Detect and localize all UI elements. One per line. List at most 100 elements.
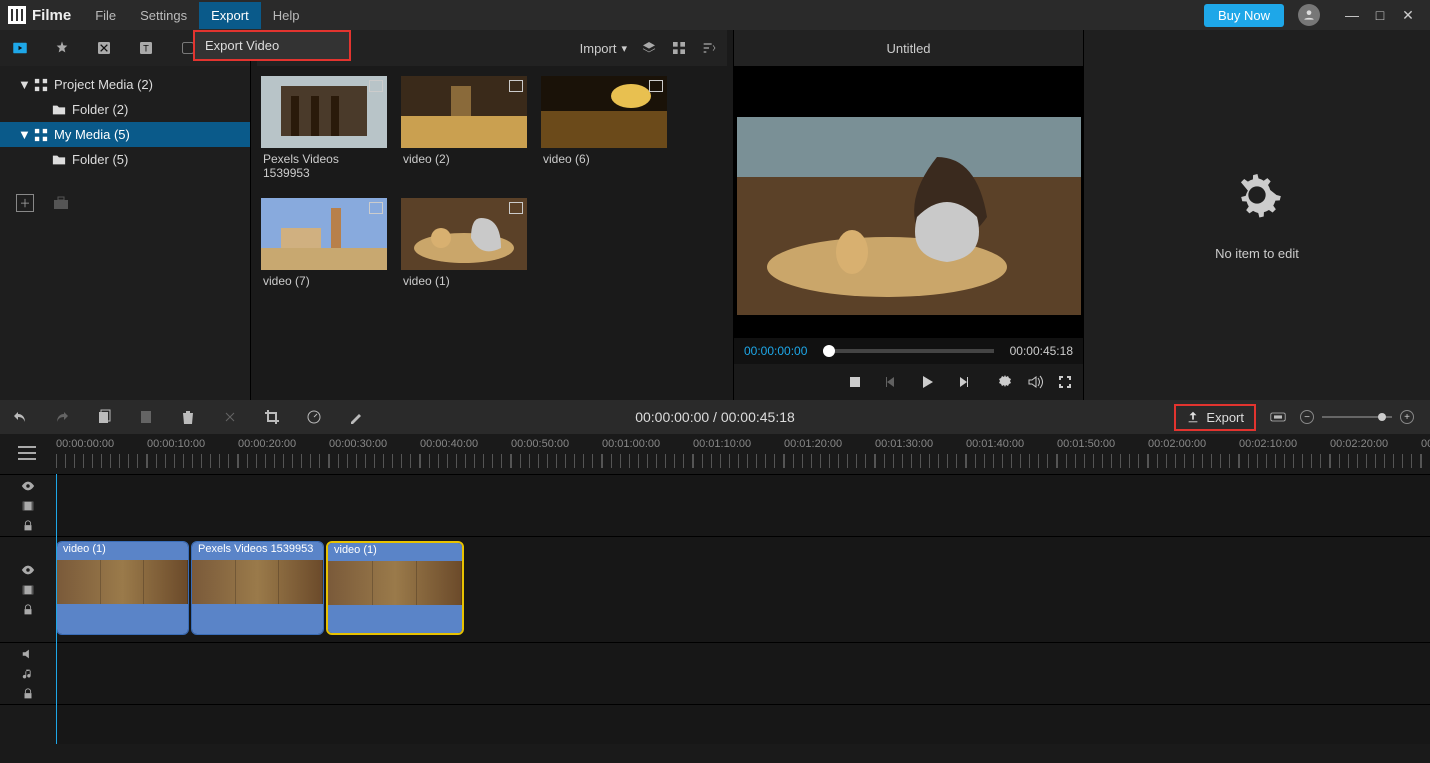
copy-button[interactable]: [96, 409, 112, 425]
chevron-down-icon: ▾: [621, 42, 627, 55]
clip-thumbnail[interactable]: [541, 76, 667, 148]
film-icon: [21, 499, 35, 513]
my-folder-node[interactable]: Folder (5): [0, 147, 250, 172]
media-clip[interactable]: video (7): [261, 198, 387, 292]
sort-icon[interactable]: [701, 40, 717, 56]
split-button[interactable]: [222, 409, 238, 425]
ruler-tick: 00:01:30:00: [875, 434, 966, 450]
fullscreen-icon[interactable]: [1057, 374, 1073, 390]
media-clip[interactable]: video (1): [401, 198, 527, 292]
menu-help[interactable]: Help: [261, 2, 312, 29]
effects-tab-icon[interactable]: [52, 38, 72, 58]
eye-icon[interactable]: [21, 563, 35, 577]
properties-panel: No item to edit: [1083, 30, 1430, 400]
volume-icon[interactable]: [1027, 374, 1043, 390]
eye-icon[interactable]: [21, 479, 35, 493]
color-button[interactable]: [348, 409, 364, 425]
export-dropdown: Export Video: [193, 30, 351, 61]
preview-title: Untitled: [734, 30, 1083, 66]
timecode-current: 00:00:00:00: [744, 344, 807, 358]
empty-track: [0, 704, 1430, 744]
video-badge-icon: [369, 202, 383, 214]
clip-name: Pexels Videos 1539953: [192, 542, 323, 560]
preview-viewport: [734, 66, 1083, 338]
redo-button[interactable]: [54, 409, 70, 425]
export-label: Export: [1206, 410, 1244, 425]
project-media-label: Project Media (2): [54, 77, 153, 92]
menu-file[interactable]: File: [83, 2, 128, 29]
ruler-tick: 00:00:40:00: [420, 434, 511, 450]
export-video-item[interactable]: Export Video: [195, 32, 349, 59]
clip-label: Pexels Videos 1539953: [261, 148, 387, 184]
playhead[interactable]: [56, 474, 57, 744]
my-media-node[interactable]: ▼ My Media (5): [0, 122, 250, 147]
media-clip[interactable]: video (6): [541, 76, 667, 184]
track-menu-icon[interactable]: [18, 446, 36, 460]
next-frame-button[interactable]: [955, 374, 971, 390]
undo-button[interactable]: [12, 409, 28, 425]
lock-icon[interactable]: [21, 603, 35, 617]
timeline: 00:00:00:0000:00:10:0000:00:20:0000:00:3…: [0, 434, 1430, 744]
media-clip[interactable]: Pexels Videos 1539953: [261, 76, 387, 184]
caret-down-icon: ▼: [18, 127, 28, 142]
speed-button[interactable]: [306, 409, 322, 425]
volume-icon[interactable]: [21, 647, 35, 661]
export-button[interactable]: Export: [1174, 404, 1256, 431]
clip-label: video (6): [541, 148, 667, 170]
project-folder-node[interactable]: Folder (2): [0, 97, 250, 122]
timeline-timecode: 00:00:00:00 / 00:00:45:18: [635, 409, 795, 425]
app-logo: Filme: [8, 6, 71, 24]
media-clip[interactable]: video (2): [401, 76, 527, 184]
lock-icon[interactable]: [21, 687, 35, 701]
zoom-in-button[interactable]: +: [1400, 410, 1414, 424]
menu-settings[interactable]: Settings: [128, 2, 199, 29]
grid-icon: [34, 128, 48, 142]
clip-label: video (1): [401, 270, 527, 292]
clip-thumbnail[interactable]: [401, 198, 527, 270]
zoom-out-button[interactable]: −: [1300, 410, 1314, 424]
add-folder-button[interactable]: ＋: [16, 194, 34, 212]
my-folder-label: Folder (5): [72, 152, 128, 167]
video-badge-icon: [509, 80, 523, 92]
timeline-clip[interactable]: video (1): [326, 541, 464, 635]
play-button[interactable]: [919, 374, 935, 390]
zoom-slider[interactable]: [1322, 416, 1392, 418]
stop-button[interactable]: [847, 374, 863, 390]
svg-text:T: T: [143, 43, 149, 53]
layers-icon[interactable]: [641, 40, 657, 56]
zoom-knob[interactable]: [1378, 413, 1386, 421]
lock-icon[interactable]: [21, 519, 35, 533]
media-tab-icon[interactable]: [10, 38, 30, 58]
time-ruler[interactable]: 00:00:00:0000:00:10:0000:00:20:0000:00:3…: [0, 434, 1430, 474]
preview-frame: [737, 117, 1081, 315]
user-avatar[interactable]: [1298, 4, 1320, 26]
prev-frame-button[interactable]: [883, 374, 899, 390]
text-tab-icon[interactable]: T: [136, 38, 156, 58]
scrub-knob[interactable]: [823, 345, 835, 357]
clip-thumbnail[interactable]: [401, 76, 527, 148]
timeline-clip[interactable]: Pexels Videos 1539953: [191, 541, 324, 635]
grid-view-icon[interactable]: [671, 40, 687, 56]
ruler-tick: 00:01:50:00: [1057, 434, 1148, 450]
timeline-clip[interactable]: video (1): [56, 541, 189, 635]
import-label: Import: [580, 41, 617, 56]
project-media-node[interactable]: ▼ Project Media (2): [0, 72, 250, 97]
video-badge-icon: [369, 80, 383, 92]
my-media-label: My Media (5): [54, 127, 130, 142]
buy-now-button[interactable]: Buy Now: [1204, 4, 1284, 27]
briefcase-icon[interactable]: [52, 194, 70, 212]
clip-thumbnail[interactable]: [261, 198, 387, 270]
menu-export[interactable]: Export: [199, 2, 261, 29]
minimize-button[interactable]: —: [1338, 7, 1366, 23]
clip-thumbnail[interactable]: [261, 76, 387, 148]
delete-button[interactable]: [180, 409, 196, 425]
crop-button[interactable]: [264, 409, 280, 425]
paste-button[interactable]: [138, 409, 154, 425]
transitions-tab-icon[interactable]: [94, 38, 114, 58]
maximize-button[interactable]: □: [1366, 7, 1394, 23]
scrub-bar[interactable]: [823, 349, 993, 353]
settings-icon[interactable]: [997, 374, 1013, 390]
close-button[interactable]: ✕: [1394, 7, 1422, 24]
fit-button[interactable]: [1270, 409, 1286, 425]
import-button[interactable]: Import ▾: [580, 41, 627, 56]
